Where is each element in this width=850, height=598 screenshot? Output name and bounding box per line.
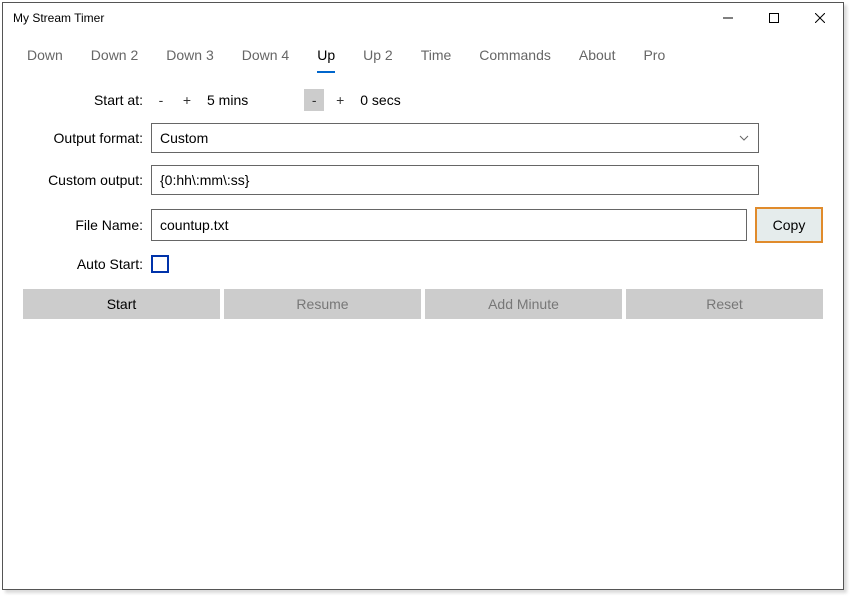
auto-start-row: Auto Start:	[23, 255, 823, 273]
tab-down-2[interactable]: Down 2	[77, 39, 152, 71]
secs-increment-button[interactable]: +	[330, 89, 350, 111]
output-format-select[interactable]: Custom	[151, 123, 759, 153]
tab-up-2[interactable]: Up 2	[349, 39, 407, 71]
tab-about[interactable]: About	[565, 39, 630, 71]
file-name-row: File Name: Copy	[23, 207, 823, 243]
maximize-button[interactable]	[751, 3, 797, 33]
auto-start-checkbox[interactable]	[151, 255, 169, 273]
maximize-icon	[769, 13, 779, 23]
app-window: My Stream Timer Down Down 2 Down 3 Down …	[2, 2, 844, 590]
file-name-input[interactable]	[151, 209, 747, 241]
tab-down[interactable]: Down	[13, 39, 77, 71]
close-button[interactable]	[797, 3, 843, 33]
file-name-label: File Name:	[23, 217, 143, 233]
mins-value: 5 mins	[203, 92, 252, 108]
close-icon	[815, 13, 825, 23]
start-at-label: Start at:	[23, 92, 143, 108]
custom-output-input[interactable]	[151, 165, 759, 195]
custom-output-label: Custom output:	[23, 172, 143, 188]
tab-time[interactable]: Time	[407, 39, 466, 71]
secs-value: 0 secs	[356, 92, 404, 108]
secs-decrement-button[interactable]: -	[304, 89, 324, 111]
tab-down-4[interactable]: Down 4	[228, 39, 303, 71]
custom-output-row: Custom output:	[23, 165, 823, 195]
tab-bar: Down Down 2 Down 3 Down 4 Up Up 2 Time C…	[3, 33, 843, 71]
mins-increment-button[interactable]: +	[177, 89, 197, 111]
start-button[interactable]: Start	[23, 289, 220, 319]
tab-down-3[interactable]: Down 3	[152, 39, 227, 71]
copy-button[interactable]: Copy	[755, 207, 823, 243]
mins-decrement-button[interactable]: -	[151, 89, 171, 111]
output-format-row: Output format: Custom	[23, 123, 823, 153]
tab-pro[interactable]: Pro	[629, 39, 679, 71]
reset-button[interactable]: Reset	[626, 289, 823, 319]
titlebar: My Stream Timer	[3, 3, 843, 33]
auto-start-label: Auto Start:	[23, 256, 143, 272]
start-at-group: - + 5 mins - + 0 secs	[151, 89, 405, 111]
minimize-icon	[723, 13, 733, 23]
resume-button[interactable]: Resume	[224, 289, 421, 319]
chevron-down-icon	[738, 132, 750, 144]
output-format-label: Output format:	[23, 130, 143, 146]
content-area: Start at: - + 5 mins - + 0 secs Output f…	[3, 71, 843, 329]
tab-up[interactable]: Up	[303, 39, 349, 71]
start-at-row: Start at: - + 5 mins - + 0 secs	[23, 89, 823, 111]
tab-commands[interactable]: Commands	[465, 39, 565, 71]
minimize-button[interactable]	[705, 3, 751, 33]
action-row: Start Resume Add Minute Reset	[23, 289, 823, 319]
output-format-value: Custom	[160, 130, 738, 146]
add-minute-button[interactable]: Add Minute	[425, 289, 622, 319]
window-title: My Stream Timer	[13, 11, 104, 25]
